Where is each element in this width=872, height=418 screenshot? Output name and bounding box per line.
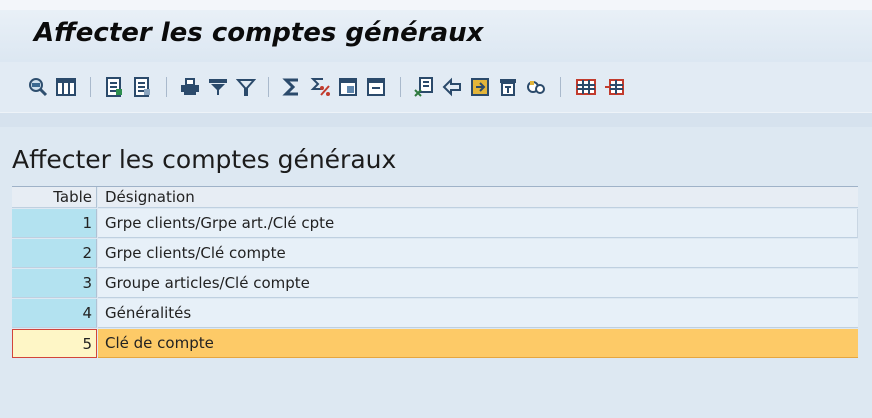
table-icon[interactable]	[576, 77, 596, 97]
table-row[interactable]: 3 Groupe articles/Clé compte	[12, 269, 858, 299]
toolbar-bottom-strip	[0, 112, 872, 127]
table-number-cell[interactable]: 4	[12, 299, 97, 328]
toolbar-separator	[90, 77, 91, 97]
window-title: Affecter les comptes généraux	[34, 18, 484, 48]
choose-layout-icon[interactable]	[56, 77, 76, 97]
table-number-cell[interactable]: 3	[12, 269, 97, 298]
account-assignment-table: Table Désignation 1 Grpe clients/Grpe ar…	[12, 186, 858, 359]
collapse-icon[interactable]	[366, 77, 386, 97]
toolbar-separator	[268, 77, 269, 97]
table-row-selected[interactable]: 5 Clé de compte	[12, 329, 858, 359]
designation-cell[interactable]: Généralités	[98, 299, 858, 328]
expand-icon[interactable]	[338, 77, 358, 97]
column-header-designation[interactable]: Désignation	[98, 187, 858, 208]
deselect-all-icon[interactable]	[132, 77, 152, 97]
table-number-cell[interactable]: 1	[12, 209, 97, 238]
table-number-cell[interactable]: 2	[12, 239, 97, 268]
application-toolbar	[0, 62, 872, 112]
more-icon[interactable]	[604, 77, 624, 97]
table-row[interactable]: 2 Grpe clients/Clé compte	[12, 239, 858, 269]
table-row[interactable]: 1 Grpe clients/Grpe art./Clé cpte	[12, 209, 858, 239]
column-header-table[interactable]: Table	[12, 187, 97, 208]
export-icon[interactable]	[414, 77, 434, 97]
table-header-row: Table Désignation	[12, 187, 858, 209]
delete-filter-icon[interactable]	[236, 77, 256, 97]
designation-cell[interactable]: Grpe clients/Clé compte	[98, 239, 858, 268]
designation-cell[interactable]: Clé de compte	[98, 329, 858, 358]
list-heading: Affecter les comptes généraux	[12, 145, 397, 174]
designation-cell[interactable]: Grpe clients/Grpe art./Clé cpte	[98, 209, 858, 238]
find-icon[interactable]	[470, 77, 490, 97]
table-number-cell[interactable]: 5	[12, 329, 97, 358]
subtotal-icon[interactable]	[310, 77, 330, 97]
sort-icon[interactable]	[442, 77, 462, 97]
toolbar-separator	[560, 77, 561, 97]
sum-icon[interactable]	[282, 77, 302, 97]
window-top-strip	[0, 0, 872, 10]
main-content: Affecter les comptes généraux Table Dési…	[0, 127, 872, 418]
toolbar-separator	[166, 77, 167, 97]
print-preview-icon[interactable]	[498, 77, 518, 97]
find-next-icon[interactable]	[526, 77, 546, 97]
toolbar-separator	[400, 77, 401, 97]
designation-cell[interactable]: Groupe articles/Clé compte	[98, 269, 858, 298]
details-icon[interactable]	[28, 77, 48, 97]
title-bar: Affecter les comptes généraux	[0, 10, 872, 62]
table-row[interactable]: 4 Généralités	[12, 299, 858, 329]
select-all-icon[interactable]	[104, 77, 124, 97]
filter-icon[interactable]	[208, 77, 228, 97]
print-icon[interactable]	[180, 77, 200, 97]
